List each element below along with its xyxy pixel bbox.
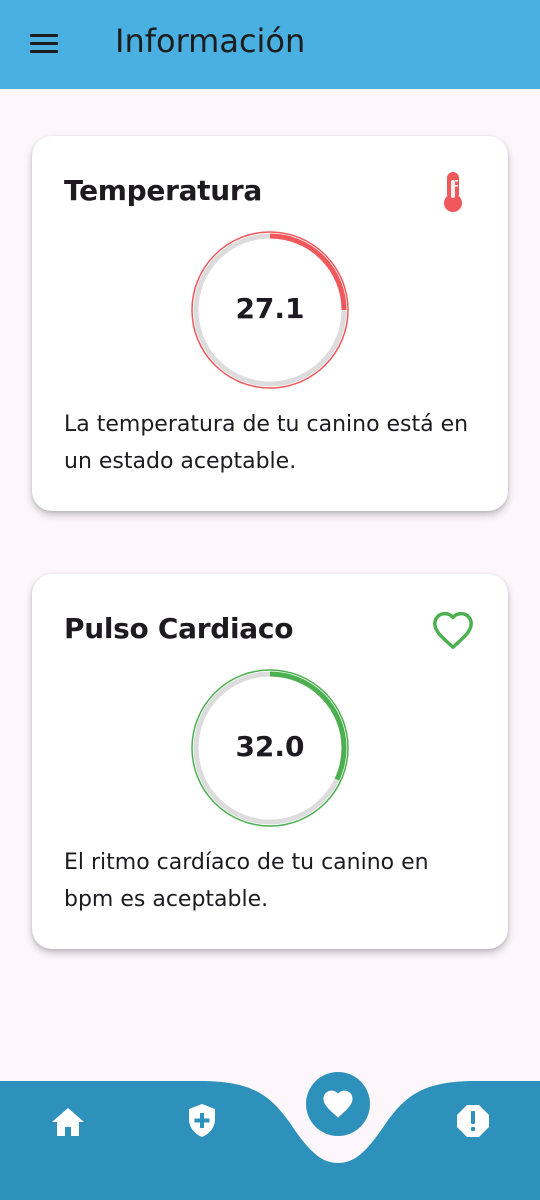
- alert-icon: [457, 1105, 489, 1137]
- nav-alerts[interactable]: [455, 1103, 491, 1139]
- temperature-value: 27.1: [235, 292, 305, 325]
- temperature-description: La temperatura de tu canino está en un e…: [64, 412, 469, 474]
- heart-icon: [323, 1090, 353, 1118]
- page-title: Información: [115, 22, 306, 60]
- app-bar: Información: [0, 0, 540, 89]
- heart-rate-gauge: 32.0: [190, 668, 350, 828]
- temperature-gauge: 27.1: [190, 230, 350, 390]
- nav-health[interactable]: [186, 1102, 218, 1140]
- thermometer-icon: [444, 172, 462, 212]
- shield-plus-icon: [189, 1104, 215, 1137]
- menu-icon[interactable]: [30, 34, 60, 56]
- heart-rate-value: 32.0: [235, 730, 305, 763]
- bottom-nav: [0, 1072, 540, 1200]
- heart-rate-description: El ritmo cardíaco de tu canino en bpm es…: [64, 850, 429, 912]
- nav-heart[interactable]: [305, 1071, 371, 1137]
- heart-outline-icon: [433, 611, 473, 649]
- nav-home[interactable]: [50, 1105, 86, 1139]
- home-icon: [52, 1108, 84, 1136]
- temperature-title: Temperatura: [64, 174, 263, 207]
- heart-rate-card: Pulso Cardiaco 32.0 El ritmo cardíaco de…: [32, 574, 508, 949]
- temperature-card: Temperatura 27.1 La temperatura de tu ca…: [32, 136, 508, 511]
- heart-rate-title: Pulso Cardiaco: [64, 612, 294, 645]
